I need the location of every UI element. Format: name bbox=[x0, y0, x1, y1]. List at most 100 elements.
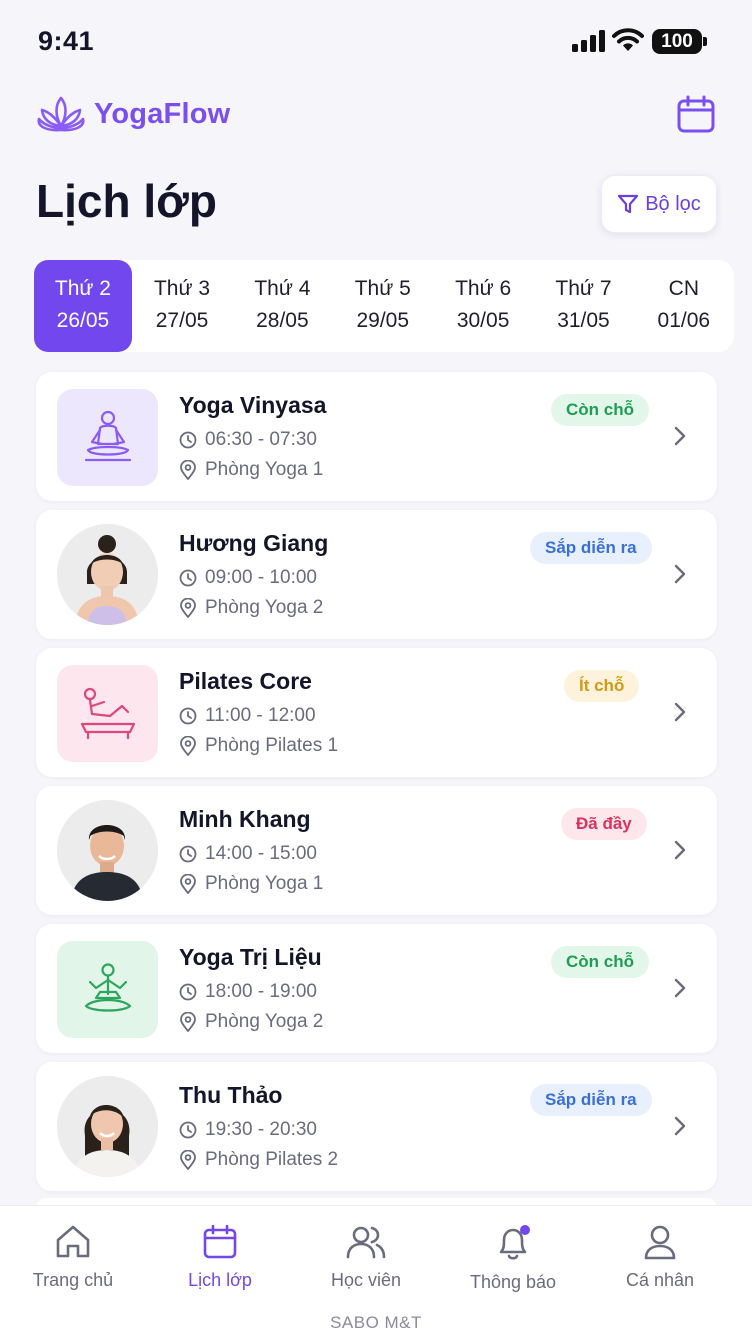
class-room: Phòng Yoga 1 bbox=[179, 459, 323, 481]
nav-notifications[interactable]: Thông báo bbox=[443, 1224, 583, 1293]
clock-icon bbox=[179, 1121, 197, 1139]
class-title: Minh Khang bbox=[179, 806, 311, 832]
class-room-text: Phòng Yoga 2 bbox=[205, 1011, 324, 1032]
clock-icon bbox=[179, 983, 197, 1001]
day-date: 29/05 bbox=[356, 309, 410, 332]
brand-name: YogaFlow bbox=[94, 97, 231, 130]
instructor-avatar bbox=[57, 524, 158, 625]
brand-logo[interactable]: YogaFlow bbox=[36, 94, 230, 134]
user-icon bbox=[644, 1225, 676, 1260]
class-card[interactable]: Yoga Vinyasa 06:30 - 07:30 Phòng Yoga 1 … bbox=[36, 372, 717, 501]
status-badge: Đã đầy bbox=[561, 808, 647, 840]
class-time: 19:30 - 20:30 bbox=[179, 1119, 317, 1141]
signal-icon bbox=[572, 30, 605, 52]
class-room: Phòng Yoga 1 bbox=[179, 873, 323, 895]
home-icon bbox=[56, 1225, 90, 1258]
day-tab[interactable]: Thứ 7 31/05 bbox=[533, 260, 633, 352]
class-time-text: 14:00 - 15:00 bbox=[205, 843, 317, 864]
location-pin-icon bbox=[180, 598, 196, 618]
users-icon bbox=[346, 1226, 386, 1259]
class-time: 14:00 - 15:00 bbox=[179, 843, 317, 865]
class-room-text: Phòng Yoga 2 bbox=[205, 597, 324, 618]
day-tab[interactable]: Thứ 5 29/05 bbox=[333, 260, 433, 352]
nav-students[interactable]: Học viên bbox=[296, 1224, 436, 1291]
day-tab[interactable]: Thứ 2 26/05 bbox=[34, 260, 132, 352]
class-time-text: 11:00 - 12:00 bbox=[205, 705, 316, 726]
nav-schedule[interactable]: Lịch lớp bbox=[150, 1224, 290, 1291]
class-title: Pilates Core bbox=[179, 668, 312, 694]
day-tab[interactable]: Thứ 3 27/05 bbox=[132, 260, 232, 352]
nav-label: Trang chủ bbox=[32, 1270, 114, 1290]
calendar-icon bbox=[203, 1224, 237, 1259]
clock-icon bbox=[179, 431, 197, 449]
class-list: Yoga Vinyasa 06:30 - 07:30 Phòng Yoga 1 … bbox=[36, 372, 717, 1200]
nav-label: Học viên bbox=[330, 1270, 402, 1290]
day-name: Thứ 3 bbox=[153, 277, 211, 300]
class-card[interactable]: Pilates Core 11:00 - 12:00 Phòng Pilates… bbox=[36, 648, 717, 777]
class-time: 09:00 - 10:00 bbox=[179, 567, 317, 589]
day-date: 30/05 bbox=[456, 309, 510, 332]
location-pin-icon bbox=[180, 1012, 196, 1032]
day-name: Thứ 5 bbox=[354, 277, 411, 300]
filter-label: Bộ lọc bbox=[645, 192, 701, 215]
class-room-text: Phòng Pilates 1 bbox=[205, 735, 339, 756]
day-tab[interactable]: CN 01/06 bbox=[634, 260, 734, 352]
filter-icon bbox=[618, 194, 639, 214]
class-time: 18:00 - 19:00 bbox=[179, 981, 317, 1003]
day-name: Thứ 6 bbox=[455, 277, 512, 300]
day-date: 27/05 bbox=[155, 309, 209, 332]
day-tab[interactable]: Thứ 4 28/05 bbox=[232, 260, 332, 352]
class-time: 11:00 - 12:00 bbox=[179, 705, 316, 727]
battery-indicator: 100 bbox=[652, 29, 702, 54]
class-time-text: 18:00 - 19:00 bbox=[205, 981, 317, 1002]
day-date: 28/05 bbox=[256, 309, 309, 332]
battery-tip bbox=[703, 37, 707, 46]
chevron-right-icon bbox=[674, 564, 686, 584]
instructor-avatar bbox=[57, 800, 158, 901]
class-title: Thu Thảo bbox=[179, 1082, 283, 1108]
day-selector: Thứ 2 26/05 Thứ 3 27/05 Thứ 4 28/05 Thứ … bbox=[34, 260, 734, 352]
class-card[interactable]: Thu Thảo 19:30 - 20:30 Phòng Pilates 2 S… bbox=[36, 1062, 717, 1191]
clock-icon bbox=[179, 845, 197, 863]
clock-icon bbox=[179, 707, 197, 725]
class-title: Hương Giang bbox=[179, 530, 329, 556]
class-card[interactable]: Yoga Trị Liệu 18:00 - 19:00 Phòng Yoga 2… bbox=[36, 924, 717, 1053]
status-badge: Sắp diễn ra bbox=[530, 532, 652, 564]
class-room-text: Phòng Yoga 1 bbox=[205, 459, 324, 480]
status-time: 9:41 bbox=[38, 26, 95, 56]
chevron-right-icon bbox=[674, 1116, 686, 1136]
calendar-button[interactable] bbox=[674, 92, 718, 136]
location-pin-icon bbox=[180, 736, 196, 756]
class-card[interactable]: Minh Khang 14:00 - 15:00 Phòng Yoga 1 Đã… bbox=[36, 786, 717, 915]
bell-icon bbox=[499, 1225, 530, 1260]
chevron-right-icon bbox=[674, 978, 686, 998]
footer-brand: SABO M&T bbox=[330, 1313, 422, 1332]
class-time-text: 06:30 - 07:30 bbox=[205, 429, 317, 450]
instructor-avatar bbox=[57, 1076, 158, 1177]
chevron-right-icon bbox=[674, 426, 686, 446]
nav-home[interactable]: Trang chủ bbox=[3, 1224, 143, 1291]
chevron-right-icon bbox=[674, 840, 686, 860]
page-title: Lịch lớp bbox=[36, 175, 217, 227]
lotus-pose-icon bbox=[57, 941, 158, 1038]
day-name: Thứ 4 bbox=[254, 277, 311, 300]
nav-profile[interactable]: Cá nhân bbox=[590, 1224, 730, 1291]
calendar-icon bbox=[677, 95, 715, 133]
status-bar: 9:41 100 bbox=[0, 0, 752, 84]
class-room-text: Phòng Yoga 1 bbox=[205, 873, 324, 894]
location-pin-icon bbox=[180, 1150, 196, 1170]
status-badge: Còn chỗ bbox=[551, 394, 649, 426]
pilates-reformer-icon bbox=[57, 665, 158, 762]
day-date: 31/05 bbox=[557, 309, 610, 332]
location-pin-icon bbox=[180, 874, 196, 894]
class-card[interactable]: Hương Giang 09:00 - 10:00 Phòng Yoga 2 S… bbox=[36, 510, 717, 639]
day-tab[interactable]: Thứ 6 30/05 bbox=[433, 260, 533, 352]
clock-icon bbox=[179, 569, 197, 587]
filter-button[interactable]: Bộ lọc bbox=[601, 175, 717, 233]
class-room: Phòng Yoga 2 bbox=[179, 1011, 323, 1033]
day-name: CN bbox=[668, 277, 699, 300]
status-badge: Sắp diễn ra bbox=[530, 1084, 652, 1116]
day-name: Thứ 2 bbox=[54, 277, 111, 300]
nav-label: Cá nhân bbox=[625, 1270, 695, 1290]
location-pin-icon bbox=[180, 460, 196, 480]
